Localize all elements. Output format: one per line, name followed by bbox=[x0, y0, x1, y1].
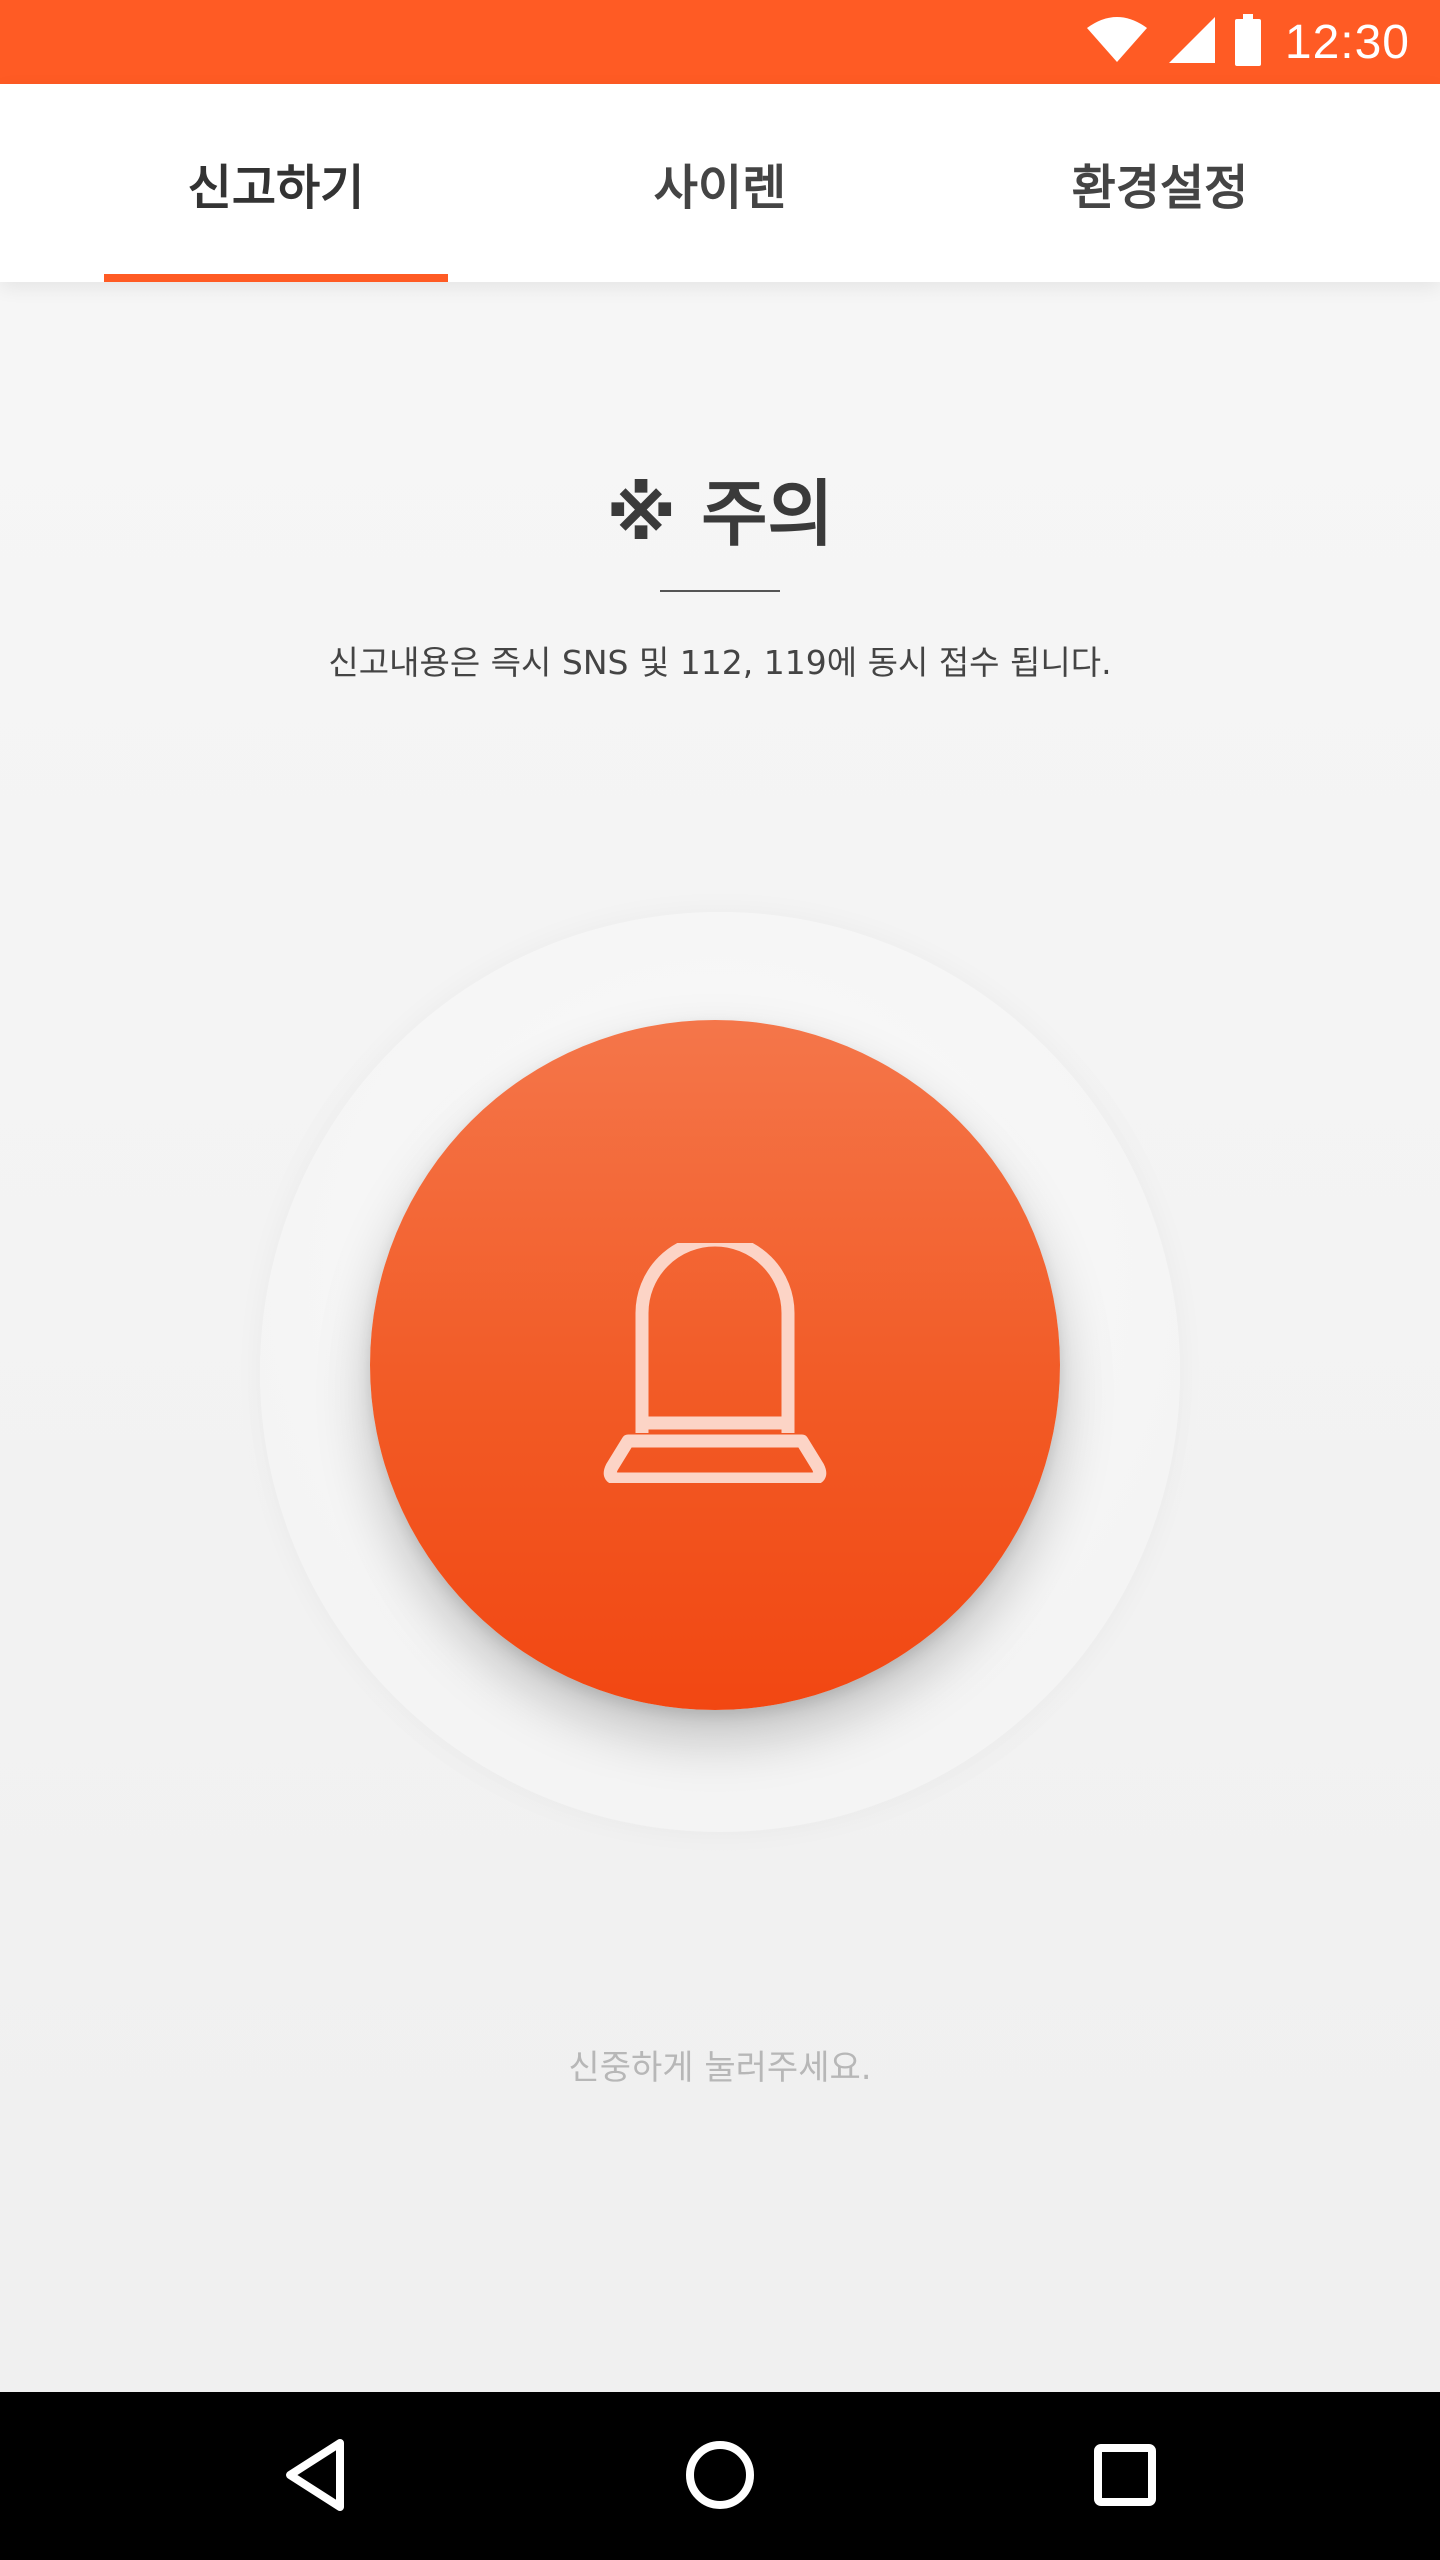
back-button[interactable] bbox=[260, 2422, 370, 2532]
siren-icon bbox=[600, 1233, 830, 1487]
warning-divider bbox=[660, 590, 780, 592]
nav-bar bbox=[0, 2392, 1440, 2560]
back-icon bbox=[280, 2437, 350, 2517]
warning-title: ※ 주의 bbox=[606, 472, 834, 556]
active-tab-indicator bbox=[104, 274, 448, 282]
status-time: 12:30 bbox=[1284, 15, 1410, 69]
warning-text: 신고내용은 즉시 SNS 및 112, 119에 동시 접수 됩니다. bbox=[328, 643, 1112, 682]
siren-report-button[interactable] bbox=[370, 1020, 1060, 1710]
recents-button[interactable] bbox=[1070, 2422, 1180, 2532]
battery-icon bbox=[1234, 14, 1261, 70]
home-button[interactable] bbox=[665, 2422, 775, 2532]
cell-signal-icon bbox=[1167, 15, 1217, 69]
home-icon bbox=[682, 2437, 758, 2517]
recents-icon bbox=[1090, 2440, 1160, 2514]
tab-settings[interactable]: 환경설정 bbox=[988, 84, 1332, 282]
tab-bar: 신고하기 사이렌 환경설정 bbox=[0, 84, 1440, 282]
status-icons: 12:30 bbox=[1085, 0, 1410, 84]
wifi-icon bbox=[1085, 16, 1149, 68]
status-bar: 12:30 bbox=[0, 0, 1440, 84]
tab-report[interactable]: 신고하기 bbox=[104, 84, 448, 282]
tab-siren[interactable]: 사이렌 bbox=[548, 84, 892, 282]
hint-text: 신중하게 눌러주세요. bbox=[568, 2048, 872, 2088]
